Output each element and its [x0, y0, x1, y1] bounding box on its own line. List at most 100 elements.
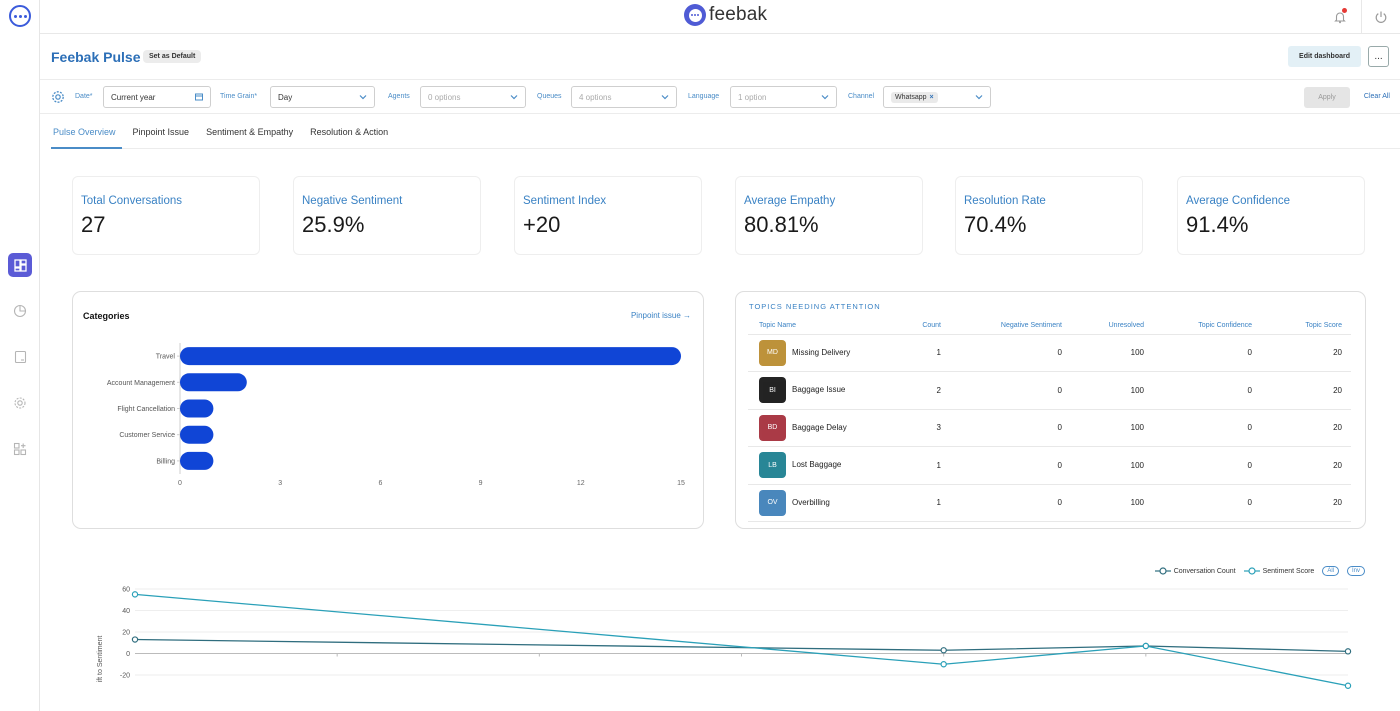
topic-confidence-cell: 0 — [1153, 446, 1261, 485]
report-icon[interactable] — [8, 345, 32, 369]
language-label: Language — [688, 93, 720, 100]
category-label: Flight Cancellation — [117, 406, 175, 413]
set-default-button[interactable]: Set as Default — [143, 50, 202, 63]
legend-invert-toggle[interactable]: Inv — [1346, 566, 1365, 576]
data-point[interactable] — [131, 636, 139, 643]
unresolved-cell: 100 — [1071, 446, 1153, 485]
channel-select[interactable]: Whatsapp × — [883, 86, 991, 108]
legend-label: Sentiment Score — [1262, 567, 1315, 575]
dashboard-icon[interactable] — [8, 253, 32, 277]
negative-sentiment-cell: 0 — [950, 371, 1071, 410]
brand-name: feebak — [709, 4, 768, 25]
table-row[interactable]: LB Lost Baggage 1 0 100 0 20 — [748, 446, 1351, 485]
y-axis-label: ift to Sentiment — [97, 636, 104, 683]
notifications-button[interactable] — [1318, 0, 1362, 34]
filter-settings-icon[interactable] — [51, 90, 65, 104]
x-tick-label: 0 — [178, 480, 182, 487]
time-grain-value: Day — [278, 93, 293, 102]
category-bar[interactable] — [180, 399, 214, 418]
negative-sentiment-cell: 0 — [950, 334, 1071, 372]
table-row[interactable]: OV Overbilling 1 0 100 0 20 — [748, 484, 1351, 522]
table-row[interactable]: BI Baggage Issue 2 0 100 0 20 — [748, 371, 1351, 410]
legend-item-conversation-count[interactable]: Conversation Count — [1154, 567, 1236, 575]
column-header[interactable]: Count — [898, 317, 950, 335]
data-point[interactable] — [1344, 682, 1352, 689]
legend-item-sentiment-score[interactable]: Sentiment Score — [1243, 567, 1315, 575]
topic-avatar: OV — [759, 489, 786, 516]
count-cell: 1 — [898, 446, 950, 485]
kpi-value: 27 — [81, 212, 106, 237]
tab-bar: Pulse Overview Pinpoint Issue Sentiment … — [51, 114, 1400, 149]
category-bar[interactable] — [180, 373, 247, 392]
legend-all-toggle[interactable]: All — [1322, 566, 1339, 576]
brand-mark-icon — [684, 4, 706, 26]
category-bar[interactable] — [180, 347, 681, 366]
more-options-button[interactable]: ... — [1368, 46, 1389, 67]
data-point[interactable] — [940, 661, 947, 668]
topic-avatar: MD — [759, 339, 786, 366]
tab-sentiment-empathy[interactable]: Sentiment & Empathy — [204, 114, 299, 149]
legend-marker-icon — [1154, 567, 1171, 575]
column-header[interactable]: Unresolved — [1071, 317, 1153, 335]
calendar-icon — [195, 93, 203, 101]
count-cell: 1 — [898, 334, 950, 372]
tab-pinpoint-issue[interactable]: Pinpoint Issue — [131, 114, 196, 149]
time-grain-select[interactable]: Day — [270, 86, 375, 108]
app-logo-icon[interactable] — [9, 5, 31, 27]
analytics-pie-icon[interactable] — [8, 299, 32, 323]
negative-sentiment-cell: 0 — [950, 409, 1071, 447]
channel-chip-label: Whatsapp — [895, 94, 927, 101]
language-select[interactable]: 1 option — [730, 86, 837, 108]
topic-name: Baggage Delay — [792, 422, 847, 432]
kpi-label: Average Confidence — [1186, 195, 1290, 207]
date-field[interactable]: Current year — [103, 86, 211, 108]
topics-table: Topic Name Count Negative Sentiment Unre… — [748, 317, 1351, 522]
data-point[interactable] — [940, 647, 947, 654]
logout-button[interactable] — [1362, 0, 1400, 34]
kpi-negative-sentiment: Negative Sentiment 25.9% — [293, 176, 481, 255]
brand-logo[interactable]: feebak — [684, 4, 767, 26]
edit-dashboard-button[interactable]: Edit dashboard — [1288, 46, 1361, 67]
kpi-value: 70.4% — [964, 212, 1027, 237]
chevron-down-icon — [975, 95, 983, 100]
data-point[interactable] — [1142, 642, 1150, 650]
kpi-total-conversations: Total Conversations 27 — [72, 176, 260, 255]
count-cell: 3 — [898, 409, 950, 447]
date-value: Current year — [111, 93, 156, 102]
column-header[interactable]: Topic Confidence — [1153, 317, 1261, 335]
categories-bar-chart: Travel Account Management Flight Cancellat… — [107, 343, 685, 487]
column-header[interactable]: Negative Sentiment — [950, 317, 1071, 335]
page-title: Feebak Pulse — [51, 49, 141, 65]
column-header[interactable]: Topic Name — [748, 317, 898, 335]
chevron-down-icon — [359, 95, 367, 100]
remove-chip-icon[interactable]: × — [930, 94, 934, 101]
kpi-average-empathy: Average Empathy 80.81% — [735, 176, 923, 255]
data-point[interactable] — [1344, 648, 1352, 655]
kpi-average-confidence: Average Confidence 91.4% — [1177, 176, 1365, 255]
y-tick-label: 40 — [122, 608, 130, 615]
queues-select[interactable]: 4 options — [571, 86, 677, 108]
topic-score-cell: 20 — [1261, 334, 1351, 372]
topics-title: TOPICS NEEDING ATTENTION — [749, 302, 881, 311]
data-point[interactable] — [131, 591, 139, 598]
unresolved-cell: 100 — [1071, 334, 1153, 372]
x-tick-label: 12 — [577, 480, 585, 487]
topics-panel: TOPICS NEEDING ATTENTION Topic Name Coun… — [735, 291, 1366, 529]
tab-pulse-overview[interactable]: Pulse Overview — [51, 114, 122, 149]
clear-all-link[interactable]: Clear All — [1364, 93, 1390, 100]
tab-resolution-action[interactable]: Resolution & Action — [308, 114, 394, 149]
channel-chip[interactable]: Whatsapp × — [891, 92, 938, 103]
category-bar[interactable] — [180, 425, 214, 444]
category-bar[interactable] — [180, 451, 214, 470]
table-row[interactable]: BD Baggage Delay 3 0 100 0 20 — [748, 409, 1351, 447]
add-widget-icon[interactable] — [8, 437, 32, 461]
category-label: Customer Service — [119, 432, 175, 439]
apply-button[interactable]: Apply — [1304, 87, 1350, 108]
column-header[interactable]: Topic Score — [1261, 317, 1351, 335]
agents-select[interactable]: 0 options — [420, 86, 526, 108]
settings-icon[interactable] — [8, 391, 32, 415]
y-tick-label: 60 — [122, 587, 130, 594]
left-rail — [0, 0, 40, 711]
table-row[interactable]: MD Missing Delivery 1 0 100 0 20 — [748, 334, 1351, 372]
count-cell: 2 — [898, 371, 950, 410]
